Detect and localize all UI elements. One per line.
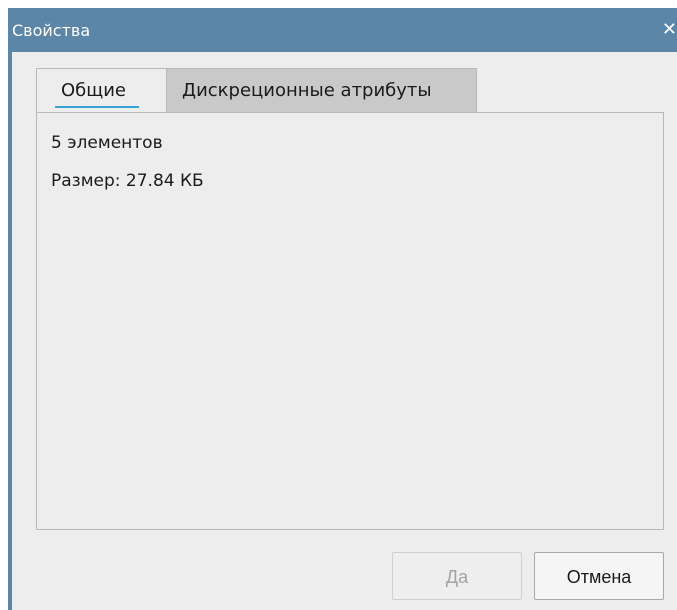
tab-general-label: Общие — [61, 80, 126, 101]
active-tab-indicator — [55, 106, 139, 108]
dialog-body: Общие Дискреционные атрибуты 5 элементов… — [12, 52, 677, 610]
ok-button[interactable]: Да — [392, 552, 522, 600]
properties-dialog: Свойства ✕ Общие Дискреционные атрибуты … — [8, 8, 677, 610]
size-value: Размер: 27.84 КБ — [51, 171, 204, 191]
tab-discretionary-attributes-label: Дискреционные атрибуты — [182, 80, 432, 101]
items-count: 5 элементов — [51, 133, 163, 153]
close-icon[interactable]: ✕ — [661, 18, 677, 42]
cancel-button[interactable]: Отмена — [534, 552, 664, 600]
tab-discretionary-attributes[interactable]: Дискреционные атрибуты — [167, 68, 477, 112]
titlebar[interactable]: Свойства ✕ — [8, 8, 677, 52]
tab-general[interactable]: Общие — [36, 68, 167, 112]
general-tab-panel: 5 элементов Размер: 27.84 КБ — [36, 112, 664, 530]
window-title: Свойства — [12, 21, 91, 40]
